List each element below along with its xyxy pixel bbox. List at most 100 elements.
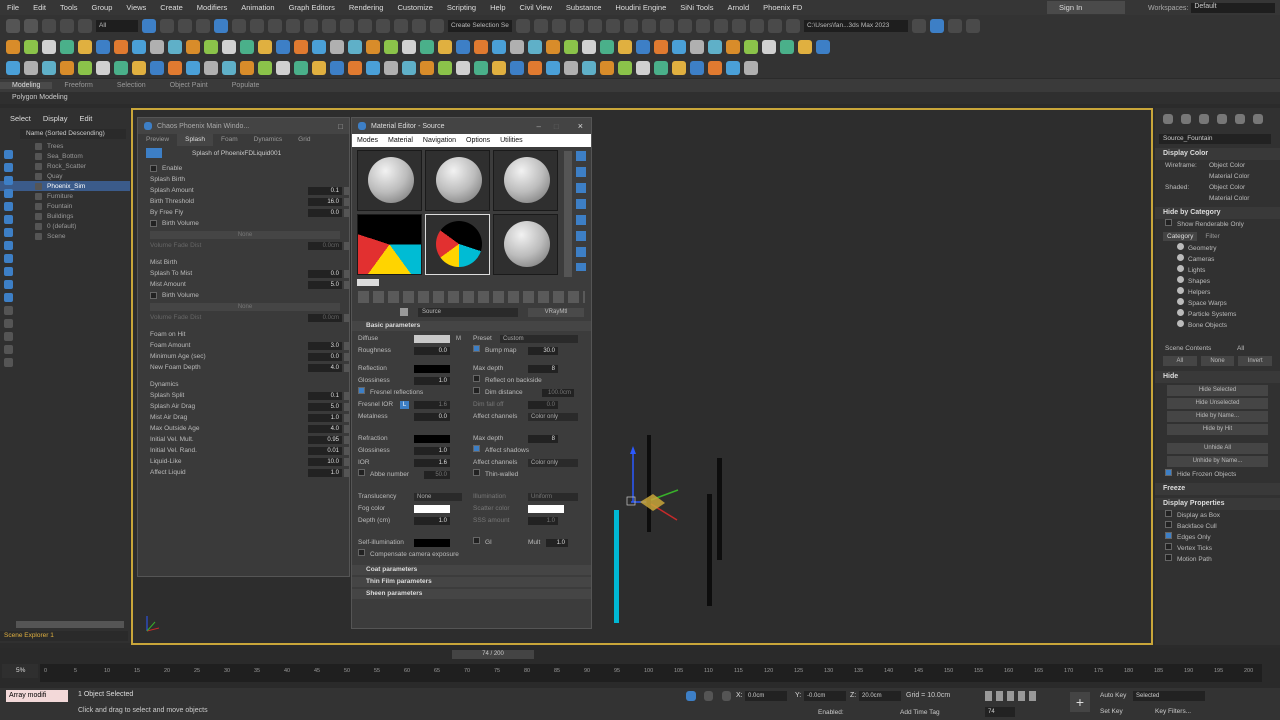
material-editor-icon[interactable] <box>642 18 656 33</box>
abbe-checkbox[interactable] <box>358 469 365 476</box>
folder-icon[interactable] <box>750 18 764 33</box>
param-spinner[interactable] <box>344 269 349 278</box>
ribbon-tab-populate[interactable]: Populate <box>220 82 272 89</box>
phoenix-tool-icon[interactable] <box>438 60 452 75</box>
phoenix-tool-icon[interactable] <box>42 60 56 75</box>
category-item[interactable]: Helpers <box>1155 287 1280 298</box>
menu-tools[interactable]: Tools <box>53 3 85 12</box>
set-key-plus-icon[interactable]: + <box>1070 692 1090 712</box>
param-spinner[interactable] <box>344 208 349 217</box>
playback-controls[interactable] <box>985 691 1039 701</box>
param-value[interactable]: 4.0 <box>308 363 342 372</box>
display-prop-checkbox[interactable] <box>1165 554 1172 561</box>
fresnel-checkbox[interactable] <box>358 387 365 394</box>
phoenix-tool-icon[interactable] <box>492 60 506 75</box>
scene-item[interactable]: Quay <box>0 171 130 181</box>
hide-button[interactable]: Unhide by Name... <box>1167 456 1268 467</box>
param-value[interactable]: 0.0 <box>308 208 342 217</box>
vray-tool-icon[interactable] <box>798 39 812 54</box>
key-filters-button[interactable]: Key Filters... <box>1155 708 1191 715</box>
vray-tool-icon[interactable] <box>654 39 668 54</box>
hide-frozen-checkbox[interactable] <box>1165 469 1172 476</box>
vray-tool-icon[interactable] <box>402 39 416 54</box>
vray-tool-icon[interactable] <box>528 39 542 54</box>
affect-shadows-checkbox[interactable] <box>473 445 480 452</box>
phoenix-tool-icon[interactable] <box>258 60 272 75</box>
eyedropper-icon[interactable] <box>400 308 408 316</box>
cyan-fountain-object[interactable] <box>614 510 619 623</box>
gi-check[interactable]: GI <box>473 537 492 549</box>
hide-button[interactable]: Hide by Hit <box>1167 424 1268 435</box>
abbe-value[interactable]: 50.0 <box>424 471 450 479</box>
display-lights-icon[interactable] <box>4 189 13 198</box>
filter-tab[interactable]: Filter <box>1201 232 1223 241</box>
abbe-check[interactable]: Abbe number <box>358 469 409 478</box>
project-folder-icon[interactable] <box>912 18 926 33</box>
isolate-selection-icon[interactable] <box>686 691 696 701</box>
dim-falloff-value[interactable]: 0.0 <box>528 401 558 409</box>
phoenix-tool-icon[interactable] <box>636 60 650 75</box>
display-bones-icon[interactable] <box>4 267 13 276</box>
freeze-rollout[interactable]: Freeze <box>1155 483 1280 495</box>
scene-scrollbar[interactable] <box>16 621 124 628</box>
category-item[interactable]: Lights <box>1155 265 1280 276</box>
category-all-button[interactable]: All <box>1163 356 1197 366</box>
scene-item[interactable]: Scene <box>0 231 130 241</box>
phoenix-tool-icon[interactable] <box>186 60 200 75</box>
display-helpers-icon[interactable] <box>4 215 13 224</box>
hide-rollout[interactable]: Hide <box>1155 371 1280 383</box>
scene-item[interactable]: Buildings <box>0 211 130 221</box>
mult-value[interactable]: 1.0 <box>546 539 568 547</box>
object-name-field[interactable]: Source_Fountain <box>1159 134 1271 144</box>
phoenix-tool-icon[interactable] <box>618 60 632 75</box>
phoenix-tool-icon[interactable] <box>222 60 236 75</box>
phoenix-tool-icon[interactable] <box>474 60 488 75</box>
ribbon-toggle-icon[interactable] <box>588 18 602 33</box>
selection-lock-icon[interactable] <box>704 691 713 701</box>
move-icon[interactable] <box>214 18 228 33</box>
param-spinner[interactable] <box>344 457 349 466</box>
display-xrefs-icon[interactable] <box>4 254 13 263</box>
scale-icon[interactable] <box>250 18 264 33</box>
thin-walled-checkbox[interactable] <box>473 469 480 476</box>
gizmo-y-arrow[interactable] <box>630 446 636 454</box>
preset-dropdown[interactable]: Custom <box>500 335 578 343</box>
show-renderable-checkbox[interactable] <box>1165 219 1172 226</box>
refr-glossiness-value[interactable]: 1.0 <box>414 447 450 455</box>
phoenix-tool-icon[interactable] <box>168 60 182 75</box>
param-value[interactable]: 0.01 <box>308 446 342 455</box>
phoenix-tool-icon[interactable] <box>456 60 470 75</box>
bump-value[interactable]: 30.0 <box>528 347 558 355</box>
category-item[interactable]: Geometry <box>1155 243 1280 254</box>
phoenix-tool-icon[interactable] <box>510 60 524 75</box>
param-value[interactable]: 0.0 <box>308 352 342 361</box>
scene-item[interactable]: Sea_Bottom <box>0 151 130 161</box>
phoenix-tab-grid[interactable]: Grid <box>290 134 318 146</box>
param-spinner[interactable] <box>344 363 349 372</box>
fresnel-ior-lock[interactable]: L <box>400 401 409 409</box>
timeline-percent[interactable]: 5% <box>2 664 38 678</box>
param-spinner[interactable] <box>344 446 349 455</box>
compensate-checkbox[interactable] <box>358 549 365 556</box>
phoenix-tool-icon[interactable] <box>564 60 578 75</box>
reflect-backside-checkbox[interactable] <box>473 375 480 382</box>
phoenix-tool-icon[interactable] <box>384 60 398 75</box>
menu-animation[interactable]: Animation <box>234 3 281 12</box>
phoenix-tool-icon[interactable] <box>24 60 38 75</box>
material-menu-navigation[interactable]: Navigation <box>418 137 461 144</box>
material-menu-material[interactable]: Material <box>383 137 418 144</box>
translucency-dropdown[interactable]: None <box>414 493 462 501</box>
phoenix-tool-icon[interactable] <box>744 60 758 75</box>
none-button[interactable]: None <box>150 302 340 311</box>
depth-value[interactable]: 1.0 <box>414 517 450 525</box>
material-type-button[interactable]: VRayMtl <box>528 307 584 317</box>
phoenix-titlebar[interactable]: Chaos Phoenix Main Windo... □ <box>138 118 349 134</box>
toggle-icon[interactable] <box>930 18 944 33</box>
absolute-mode-icon[interactable] <box>722 691 731 701</box>
category-item[interactable]: Space Warps <box>1155 298 1280 309</box>
material-editor-titlebar[interactable]: Material Editor - Source – □ × <box>352 118 591 134</box>
scene-item[interactable]: Phoenix_Sim <box>0 181 130 191</box>
material-slot-2[interactable] <box>425 150 490 211</box>
category-tab[interactable]: Category <box>1163 232 1198 241</box>
diffuse-map-button[interactable]: M <box>456 333 461 345</box>
